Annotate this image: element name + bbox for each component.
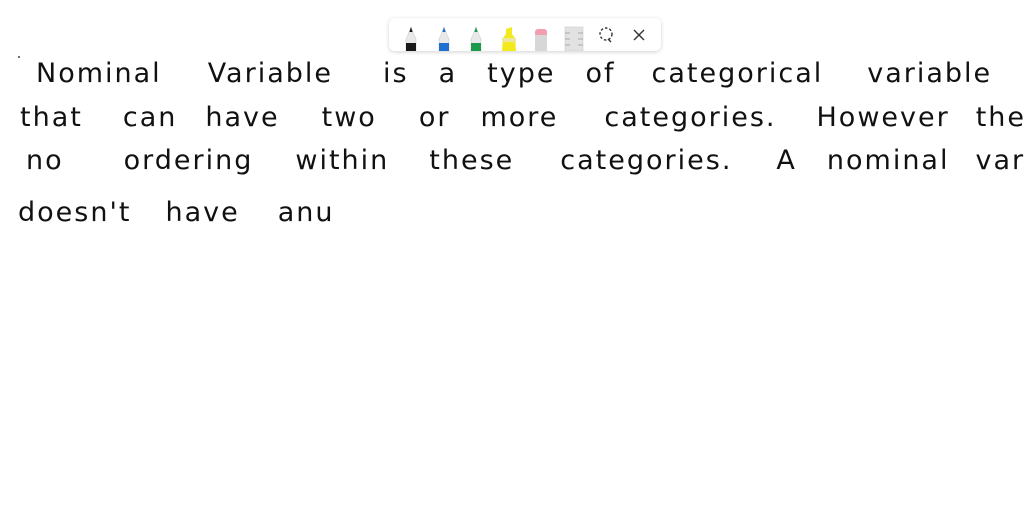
handwritten-word: have xyxy=(205,102,280,133)
handwritten-word: can xyxy=(122,102,178,133)
handwriting-line-2: that can have two or more categories. However th… xyxy=(20,102,1024,133)
handwritten-word: is xyxy=(383,58,409,89)
handwritten-word: no xyxy=(26,145,64,176)
handwriting-line-4: doesn't have anu xyxy=(18,197,335,228)
handwritten-word: type xyxy=(487,58,556,89)
handwriting-line-1: Nominal Variable is a type of categorical varia… xyxy=(36,58,992,89)
handwritten-word: anu xyxy=(277,197,335,228)
handwritten-word: more xyxy=(480,102,559,133)
handwritten-word: two xyxy=(321,102,377,133)
handwritten-word: A xyxy=(776,145,797,176)
handwritten-word: have xyxy=(165,197,240,228)
handwritten-word: categories. xyxy=(604,102,777,133)
handwritten-word: there xyxy=(975,102,1024,133)
handwritten-word: variable xyxy=(975,145,1024,176)
handwritten-word: doesn't xyxy=(18,197,132,228)
handwriting-line-3: no ordering within these categories. Anominal… xyxy=(26,145,1024,176)
handwritten-word: within xyxy=(295,145,390,176)
handwritten-word: that xyxy=(20,102,83,133)
ink-canvas[interactable]: Nominal Variable is a type of categorical varia… xyxy=(0,0,1024,512)
handwritten-word: categories. xyxy=(560,145,733,176)
handwritten-word: these xyxy=(429,145,515,176)
handwritten-word: Nominal xyxy=(36,58,162,89)
handwritten-word: or xyxy=(418,102,451,133)
handwritten-word: Variable xyxy=(207,58,334,89)
handwritten-word: variable xyxy=(867,58,993,89)
handwritten-word: categorical xyxy=(651,58,824,89)
handwritten-word: However xyxy=(816,102,950,133)
handwritten-word: nominal xyxy=(826,145,950,176)
handwritten-word: a xyxy=(438,58,458,89)
handwritten-word: ordering xyxy=(123,145,254,176)
ink-dot xyxy=(18,56,20,58)
handwritten-word: of xyxy=(585,58,616,89)
